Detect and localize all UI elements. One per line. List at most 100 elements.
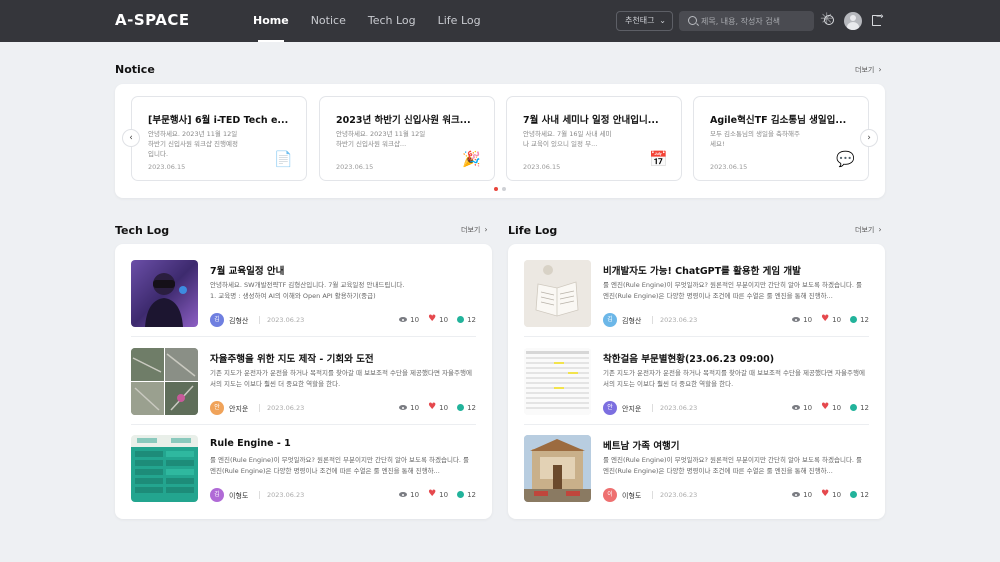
tech-log-post[interactable]: Rule Engine - 1 룰 엔진(Rule Engine)이 무엇일까요… (131, 419, 476, 506)
life-log-more-link[interactable]: 더보기 › (855, 225, 882, 235)
eye-icon (399, 492, 408, 497)
nav-notice[interactable]: Notice (311, 0, 346, 42)
chevron-down-icon: ⌄ (659, 16, 666, 25)
author-avatar: 안 (210, 401, 224, 415)
post-stats: 10 ♥ 10 12 (390, 403, 476, 412)
comment-count: 12 (467, 490, 476, 499)
view-count: 10 (803, 315, 813, 324)
heart-icon[interactable]: ♥ (428, 490, 436, 499)
post-title: 착한걸음 부문별현황(23.06.23 09:00) (603, 354, 775, 365)
notice-card-desc: 안녕하세요. 2023년 11월 12일 하반기 신입사원 워크샵 진행예정입니… (148, 130, 238, 158)
vr-person-image (145, 273, 187, 327)
tech-log-post[interactable]: 7월 교육일정 안내 안녕하세요. SW개발전략TF 김형산입니다. 7월 교육… (131, 244, 476, 331)
view-count: 10 (410, 403, 420, 412)
like-count: 10 (439, 403, 449, 412)
notice-card-desc: 모두 김소통님의 생일을 축하해주세요! (710, 130, 800, 148)
meta-divider (259, 491, 260, 499)
eye-icon (792, 492, 801, 497)
tech-log-post[interactable]: 자율주행을 위한 지도 제작 - 기회와 도전 기존 지도가 운전자가 운전을 … (131, 332, 476, 419)
comment-count: 12 (860, 490, 869, 499)
notice-card[interactable]: [부문행사] 6월 i-TED Tech e... 안녕하세요. 2023년 1… (131, 96, 307, 181)
like-count: 10 (439, 315, 449, 324)
comment-icon (457, 316, 465, 323)
user-avatar-icon[interactable] (844, 12, 862, 30)
heart-icon[interactable]: ♥ (821, 490, 829, 499)
post-title: 비개발자도 가능! ChatGPT를 활용한 게임 개발 (603, 266, 801, 277)
author-avatar: 김 (603, 313, 617, 327)
vietnam-building-image (524, 435, 591, 502)
meta-divider (259, 404, 260, 412)
search-input[interactable] (701, 11, 809, 31)
post-date: 2023.06.23 (267, 491, 305, 499)
calendar-icon: 📅 (649, 150, 668, 168)
author-name: 이형도 (622, 492, 642, 500)
carousel-next-button[interactable]: › (860, 129, 878, 147)
life-log-panel: 비개발자도 가능! ChatGPT를 활용한 게임 개발 룰 엔진(Rule E… (508, 244, 885, 519)
theme-toggle-sun-icon[interactable] (820, 9, 834, 28)
nav-life-log[interactable]: Life Log (438, 0, 481, 42)
rule-table-image (131, 438, 198, 502)
carousel-prev-button[interactable]: ‹ (122, 129, 140, 147)
post-stats: 10 ♥ 10 12 (390, 315, 476, 324)
spreadsheet-image (524, 348, 591, 415)
notice-carousel: [부문행사] 6월 i-TED Tech e... 안녕하세요. 2023년 1… (115, 84, 885, 198)
heart-icon[interactable]: ♥ (428, 403, 436, 412)
document-icon: 📄 (274, 150, 293, 168)
life-log-post[interactable]: 착한걸음 부문별현황(23.06.23 09:00) 기존 지도가 운전자가 운… (524, 332, 869, 419)
notice-card-title: 2023년 하반기 신입사원 워크... (336, 115, 471, 126)
life-log-post[interactable]: 비개발자도 가능! ChatGPT를 활용한 게임 개발 룰 엔진(Rule E… (524, 244, 869, 331)
notice-card-title: [부문행사] 6월 i-TED Tech e... (148, 115, 289, 126)
post-title: 7월 교육일정 안내 (210, 266, 285, 277)
life-log-post[interactable]: 베트남 가족 여행기 룰 엔진(Rule Engine)이 무엇일까요? 원론적… (524, 419, 869, 506)
logout-icon[interactable] (872, 12, 884, 26)
notice-card[interactable]: 2023년 하반기 신입사원 워크... 안녕하세요. 2023년 11월 12… (319, 96, 495, 181)
eye-icon (399, 317, 408, 322)
tech-log-more-link[interactable]: 더보기 › (461, 225, 488, 235)
post-desc: 기존 지도가 운전자가 운전을 하거나 목적지를 찾아갈 때 보보조적 수단을 … (603, 369, 865, 388)
nav-home[interactable]: Home (253, 0, 289, 42)
heart-icon[interactable]: ♥ (821, 315, 829, 324)
post-meta: 이 이형도 2023.06.23 10 ♥ 10 12 (603, 488, 869, 502)
notice-card-date: 2023.06.15 (710, 163, 748, 171)
logo[interactable]: A-SPACE (115, 11, 190, 29)
notice-card[interactable]: 7월 사내 세미나 일정 안내입니... 안녕하세요. 7월 16일 사내 세미… (506, 96, 682, 181)
comment-icon (850, 491, 858, 498)
meta-divider (259, 316, 260, 324)
author-avatar: 김 (210, 488, 224, 502)
heart-icon[interactable]: ♥ (428, 315, 436, 324)
notice-more-link[interactable]: 더보기 › (855, 65, 882, 75)
carousel-dot[interactable] (502, 187, 506, 191)
party-popper-icon: 🎉 (462, 150, 481, 168)
notice-card-desc: 안녕하세요. 2023년 11월 12일 하반기 신입사원 워크샵... (336, 130, 426, 148)
notice-section-title: Notice (115, 63, 155, 76)
comment-count: 12 (467, 403, 476, 412)
post-date: 2023.06.23 (267, 316, 305, 324)
meta-divider (652, 491, 653, 499)
notice-card-date: 2023.06.15 (148, 163, 186, 171)
open-book-image (524, 260, 591, 327)
post-stats: 10 ♥ 10 12 (783, 315, 869, 324)
nav-tech-log[interactable]: Tech Log (368, 0, 416, 42)
notice-card-title: Agile혁신TF 김소통님 생일입... (710, 115, 847, 126)
main-nav: Home Notice Tech Log Life Log (253, 0, 503, 42)
post-stats: 10 ♥ 10 12 (390, 490, 476, 499)
chevron-right-icon: › (878, 225, 882, 234)
author-name: 이형도 (229, 492, 249, 500)
comment-icon (850, 316, 858, 323)
carousel-dot[interactable] (494, 187, 498, 191)
author-name: 김형산 (229, 317, 249, 325)
recommended-tag-select[interactable]: 추천태그 ⌄ (616, 11, 673, 31)
tech-log-section-title: Tech Log (115, 224, 170, 237)
life-log-more-label: 더보기 (855, 226, 875, 234)
heart-icon[interactable]: ♥ (821, 403, 829, 412)
notice-more-label: 더보기 (855, 66, 875, 74)
like-count: 10 (832, 315, 842, 324)
like-count: 10 (832, 490, 842, 499)
tech-log-more-label: 더보기 (461, 226, 481, 234)
meta-divider (652, 316, 653, 324)
eye-icon (792, 317, 801, 322)
post-date: 2023.06.23 (267, 404, 305, 412)
tech-log-panel: 7월 교육일정 안내 안녕하세요. SW개발전략TF 김형산입니다. 7월 교육… (115, 244, 492, 519)
notice-card-date: 2023.06.15 (523, 163, 561, 171)
notice-card[interactable]: Agile혁신TF 김소통님 생일입... 모두 김소통님의 생일을 축하해주세… (693, 96, 869, 181)
